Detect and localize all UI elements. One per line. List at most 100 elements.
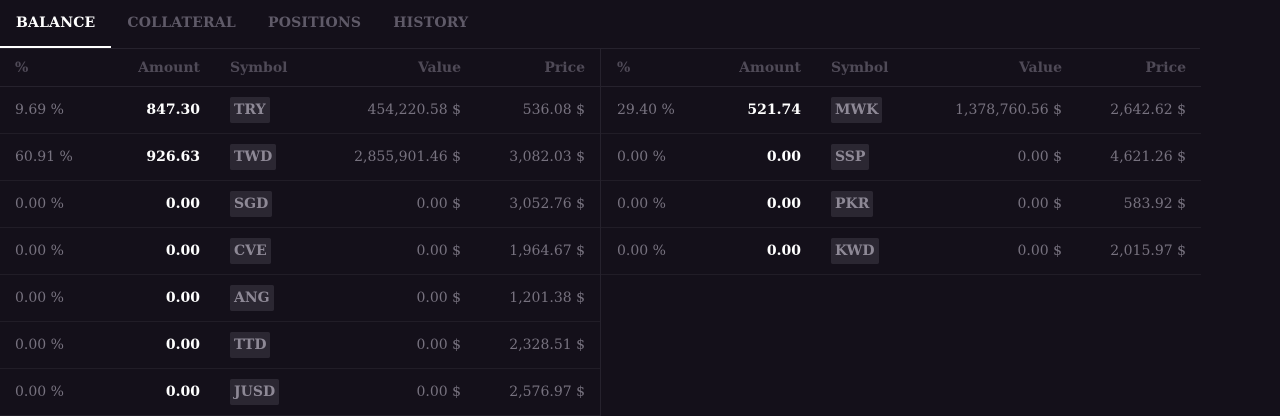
tab-history[interactable]: HISTORY: [377, 0, 484, 48]
header-pct[interactable]: %: [617, 49, 630, 86]
price-cell: 3,082.03 $: [509, 134, 585, 180]
symbol-badge: SSP: [831, 144, 870, 170]
table-row[interactable]: 0.00 % 0.00 ANG 0.00 $ 1,201.38 $: [0, 275, 600, 322]
value-cell: 0.00 $: [416, 369, 461, 415]
table-row[interactable]: 0.00 % 0.00 SSP 0.00 $ 4,621.26 $: [601, 134, 1201, 181]
value-cell-text: 1,378,760.56 $: [955, 102, 1062, 118]
pct-cell: 0.00 %: [15, 369, 64, 415]
value-cell-text: 454,220.58 $: [367, 102, 461, 118]
amount-cell-text: 0.00: [766, 149, 801, 165]
symbol-cell: TRY: [230, 87, 270, 133]
symbol-cell: KWD: [831, 228, 879, 274]
price-cell-text: 4,621.26 $: [1110, 149, 1186, 165]
table-row[interactable]: 0.00 % 0.00 JUSD 0.00 $ 2,576.97 $: [0, 369, 600, 416]
tab-positions[interactable]: POSITIONS: [252, 0, 377, 48]
header-amount[interactable]: Amount: [138, 49, 200, 86]
header-value[interactable]: Value: [1019, 49, 1062, 86]
pct-cell-text: 9.69 %: [15, 102, 64, 118]
pct-cell-text: 29.40 %: [617, 102, 675, 118]
value-cell-text: 0.00 $: [416, 196, 461, 212]
header-pct[interactable]: %: [15, 49, 28, 86]
value-cell: 0.00 $: [416, 322, 461, 368]
header-amount[interactable]: Amount: [739, 49, 801, 86]
amount-cell-text: 0.00: [165, 243, 200, 259]
symbol-badge: KWD: [831, 238, 879, 264]
price-cell-text: 2,642.62 $: [1110, 102, 1186, 118]
table-row[interactable]: 0.00 % 0.00 KWD 0.00 $ 2,015.97 $: [601, 228, 1201, 275]
pct-cell-text: 0.00 %: [15, 290, 64, 306]
pct-cell: 0.00 %: [15, 181, 64, 227]
pct-cell: 0.00 %: [15, 322, 64, 368]
value-cell: 454,220.58 $: [367, 87, 461, 133]
pct-cell-text: 0.00 %: [15, 243, 64, 259]
amount-cell-text: 0.00: [165, 337, 200, 353]
amount-cell: 926.63: [146, 134, 200, 180]
amount-cell-text: 0.00: [165, 384, 200, 400]
tab-collateral[interactable]: COLLATERAL: [111, 0, 252, 48]
table-row[interactable]: 29.40 % 521.74 MWK 1,378,760.56 $ 2,642.62 $: [601, 87, 1201, 134]
header-price[interactable]: Price: [544, 49, 585, 86]
symbol-cell: MWK: [831, 87, 883, 133]
symbol-cell: TTD: [230, 322, 271, 368]
price-cell-text: 2,015.97 $: [1110, 243, 1186, 259]
pct-cell: 29.40 %: [617, 87, 675, 133]
price-cell: 1,964.67 $: [509, 228, 585, 274]
symbol-badge: CVE: [230, 238, 271, 264]
amount-cell: 0.00: [166, 181, 200, 227]
symbol-cell: ANG: [230, 275, 274, 321]
price-cell: 2,576.97 $: [509, 369, 585, 415]
amount-cell-text: 926.63: [146, 149, 200, 165]
price-cell: 4,621.26 $: [1110, 134, 1186, 180]
tab-bar: BALANCE COLLATERAL POSITIONS HISTORY: [0, 0, 1200, 49]
table-header: % Amount Symbol Value Price: [601, 49, 1201, 87]
table-row[interactable]: 0.00 % 0.00 PKR 0.00 $ 583.92 $: [601, 181, 1201, 228]
amount-cell: 0.00: [166, 322, 200, 368]
price-cell-text: 2,328.51 $: [509, 337, 585, 353]
pct-cell-text: 0.00 %: [617, 243, 666, 259]
price-cell-text: 1,201.38 $: [509, 290, 585, 306]
value-cell-text: 0.00 $: [1017, 243, 1062, 259]
pct-cell-text: 0.00 %: [15, 337, 64, 353]
table-row[interactable]: 0.00 % 0.00 CVE 0.00 $ 1,964.67 $: [0, 228, 600, 275]
symbol-badge: TWD: [230, 144, 277, 170]
symbol-cell: TWD: [230, 134, 277, 180]
header-symbol[interactable]: Symbol: [831, 49, 889, 86]
header-value[interactable]: Value: [418, 49, 461, 86]
value-cell: 2,855,901.46 $: [354, 134, 461, 180]
value-cell-text: 2,855,901.46 $: [354, 149, 461, 165]
price-cell: 1,201.38 $: [509, 275, 585, 321]
pct-cell-text: 0.00 %: [15, 384, 64, 400]
pct-cell-text: 60.91 %: [15, 149, 73, 165]
symbol-cell: CVE: [230, 228, 271, 274]
value-cell-text: 0.00 $: [416, 290, 461, 306]
table-row[interactable]: 9.69 % 847.30 TRY 454,220.58 $ 536.08 $: [0, 87, 600, 134]
price-cell: 3,052.76 $: [509, 181, 585, 227]
pct-cell: 0.00 %: [15, 228, 64, 274]
table-row[interactable]: 60.91 % 926.63 TWD 2,855,901.46 $ 3,082.03 $: [0, 134, 600, 181]
balance-table-left: % Amount Symbol Value Price 9.69 % 847.30…: [0, 49, 600, 416]
amount-cell: 0.00: [166, 369, 200, 415]
price-cell: 2,642.62 $: [1110, 87, 1186, 133]
tab-balance[interactable]: BALANCE: [0, 0, 112, 48]
header-price[interactable]: Price: [1145, 49, 1186, 86]
amount-cell-text: 0.00: [766, 196, 801, 212]
table-body: 29.40 % 521.74 MWK 1,378,760.56 $ 2,642.62 $…: [601, 87, 1201, 275]
symbol-cell: SGD: [230, 181, 273, 227]
amount-cell-text: 847.30: [146, 102, 200, 118]
symbol-badge: JUSD: [230, 379, 280, 405]
price-cell: 2,015.97 $: [1110, 228, 1186, 274]
table-row[interactable]: 0.00 % 0.00 TTD 0.00 $ 2,328.51 $: [0, 322, 600, 369]
symbol-badge: SGD: [230, 191, 273, 217]
header-symbol[interactable]: Symbol: [230, 49, 288, 86]
amount-cell: 0.00: [767, 134, 801, 180]
price-cell: 2,328.51 $: [509, 322, 585, 368]
value-cell-text: 0.00 $: [416, 337, 461, 353]
amount-cell: 0.00: [166, 228, 200, 274]
table-row[interactable]: 0.00 % 0.00 SGD 0.00 $ 3,052.76 $: [0, 181, 600, 228]
price-cell: 536.08 $: [523, 87, 585, 133]
symbol-cell: SSP: [831, 134, 870, 180]
price-cell-text: 1,964.67 $: [509, 243, 585, 259]
symbol-badge: ANG: [230, 285, 274, 311]
pct-cell: 0.00 %: [617, 228, 666, 274]
value-cell: 0.00 $: [1017, 134, 1062, 180]
